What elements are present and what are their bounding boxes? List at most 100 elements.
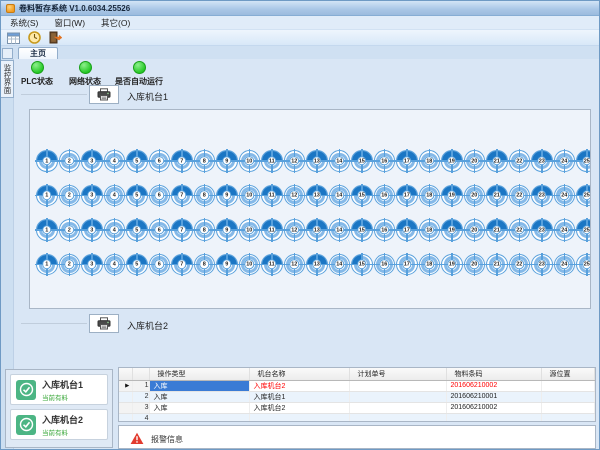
- slot-dial: 3: [81, 219, 103, 241]
- row-number: 2: [132, 391, 149, 402]
- table-column-header[interactable]: 源位置: [541, 368, 595, 380]
- status-indicator: 是否自动运行: [113, 61, 165, 87]
- slot-number: 18: [425, 156, 435, 166]
- slot-number: 20: [470, 260, 480, 270]
- menu-item[interactable]: 系统(S): [10, 17, 38, 29]
- slot-number: 13: [312, 225, 322, 235]
- table-column-header[interactable]: 操作类型: [149, 368, 249, 380]
- clock-icon[interactable]: [26, 31, 42, 45]
- slot-number: 5: [132, 260, 142, 270]
- menu-item[interactable]: 其它(O): [101, 17, 130, 29]
- slot-number: 23: [537, 191, 547, 201]
- status-indicator: 网络状态: [65, 61, 105, 87]
- machine-status-card: 入库机台2 当前有料: [10, 409, 108, 440]
- cell-source-position[interactable]: [541, 391, 595, 402]
- slot-dial: 23: [531, 150, 553, 172]
- slot-dial: 14: [329, 219, 351, 241]
- task-table-body: ▶ 1 入库 入库机台2 201606210002 2 入库 入库机台1 201…: [119, 380, 595, 422]
- cell-material-barcode[interactable]: [446, 413, 541, 422]
- slot-number: 20: [470, 156, 480, 166]
- side-tab-monitor[interactable]: 监控界面: [1, 60, 14, 98]
- table-row[interactable]: 3 入库 入库机台2 201606210002: [119, 402, 595, 413]
- cell-plan-number[interactable]: [349, 380, 446, 391]
- cell-op-type[interactable]: 入库: [149, 380, 249, 391]
- cell-material-barcode[interactable]: 201606210002: [446, 380, 541, 391]
- table-column-header[interactable]: 机台名称: [249, 368, 349, 380]
- row-marker: ▶: [119, 380, 132, 391]
- cell-plan-number[interactable]: [349, 391, 446, 402]
- slot-row: 1 2 3 4 5 6 7: [36, 219, 590, 241]
- slot-number: 3: [87, 191, 97, 201]
- side-tab-stub[interactable]: [2, 48, 13, 59]
- cell-source-position[interactable]: [541, 402, 595, 413]
- slot-dial: 12: [284, 150, 306, 172]
- machine1-print-button[interactable]: [89, 85, 119, 104]
- table-column-header[interactable]: 计划单号: [349, 368, 446, 380]
- slot-dial: 8: [194, 185, 216, 207]
- machine2-print-button[interactable]: [89, 314, 119, 333]
- cell-machine-name[interactable]: 入库机台2: [249, 380, 349, 391]
- slot-number: 10: [245, 225, 255, 235]
- slot-number: 1: [42, 225, 52, 235]
- slot-dial: 13: [306, 185, 328, 207]
- warning-icon: [130, 432, 144, 445]
- slot-number: 25: [582, 191, 591, 201]
- slot-dial: 10: [239, 185, 261, 207]
- cell-plan-number[interactable]: [349, 413, 446, 422]
- cell-machine-name[interactable]: [249, 413, 349, 422]
- cell-machine-name[interactable]: 入库机台2: [249, 402, 349, 413]
- slot-dial: 2: [59, 254, 81, 276]
- slot-number: 6: [155, 191, 165, 201]
- content-area: 监控界面 PLC状态 网络状态 是否自动运行 入库机台1 1: [1, 59, 599, 449]
- slot-dial: 14: [329, 150, 351, 172]
- cell-material-barcode[interactable]: 201606210002: [446, 402, 541, 413]
- slot-dial: 3: [81, 254, 103, 276]
- slot-dial: 17: [396, 150, 418, 172]
- cell-op-type[interactable]: 入库: [149, 402, 249, 413]
- slot-dial: 13: [306, 254, 328, 276]
- slot-dial: 25: [576, 219, 591, 241]
- cell-op-type[interactable]: [149, 413, 249, 422]
- exit-icon[interactable]: [47, 31, 63, 45]
- slot-dial: 17: [396, 254, 418, 276]
- slot-dial: 15: [351, 254, 373, 276]
- slot-dial: 3: [81, 150, 103, 172]
- slot-dial: 15: [351, 185, 373, 207]
- slot-number: 2: [65, 156, 75, 166]
- slot-number: 24: [560, 191, 570, 201]
- slot-number: 2: [65, 260, 75, 270]
- calendar-icon[interactable]: [5, 31, 21, 45]
- cell-op-type[interactable]: 入库: [149, 391, 249, 402]
- status-ok-icon: [31, 61, 44, 74]
- slot-dial: 13: [306, 219, 328, 241]
- menu-item[interactable]: 窗口(W): [54, 17, 85, 29]
- slot-dial: 7: [171, 219, 193, 241]
- status-ok-icon: [79, 61, 92, 74]
- slot-dial: 16: [374, 219, 396, 241]
- table-row[interactable]: ▶ 1 入库 入库机台2 201606210002: [119, 380, 595, 391]
- tab-home[interactable]: 主页: [18, 47, 58, 59]
- slot-number: 4: [110, 225, 120, 235]
- slot-number: 17: [402, 156, 412, 166]
- machine1-slot-grid: 1 2 3 4 5 6 7: [29, 109, 591, 309]
- task-table-head: 操作类型机台名称计划单号物料条码源位置: [119, 368, 595, 380]
- slot-number: 24: [560, 260, 570, 270]
- slot-dial: 18: [419, 219, 441, 241]
- cell-machine-name[interactable]: 入库机台1: [249, 391, 349, 402]
- slot-dial: 11: [261, 150, 283, 172]
- cell-material-barcode[interactable]: 201606210001: [446, 391, 541, 402]
- slot-dial: 19: [441, 150, 463, 172]
- cell-source-position[interactable]: [541, 413, 595, 422]
- slot-dial: 6: [149, 185, 171, 207]
- slot-number: 12: [290, 260, 300, 270]
- cell-source-position[interactable]: [541, 380, 595, 391]
- slot-number: 6: [155, 260, 165, 270]
- cell-plan-number[interactable]: [349, 402, 446, 413]
- table-row[interactable]: 4: [119, 413, 595, 422]
- slot-dial: 15: [351, 150, 373, 172]
- machine-status-card: 入库机台1 当前有料: [10, 374, 108, 405]
- table-column-header[interactable]: 物料条码: [446, 368, 541, 380]
- slot-number: 1: [42, 191, 52, 201]
- table-row[interactable]: 2 入库 入库机台1 201606210001: [119, 391, 595, 402]
- slot-number: 25: [582, 260, 591, 270]
